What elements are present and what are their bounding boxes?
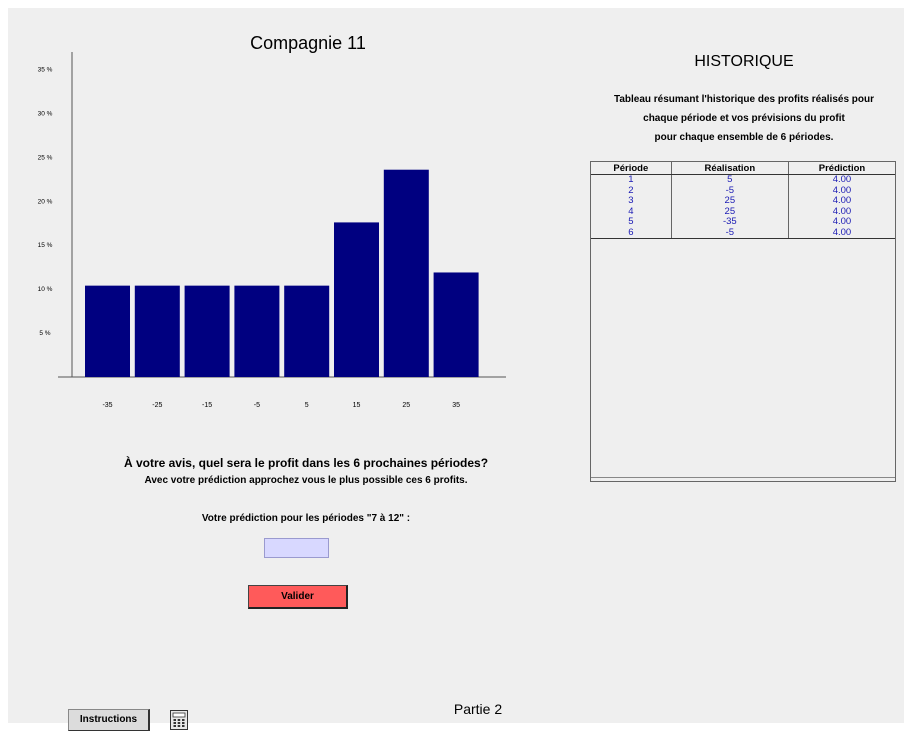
cell-realisation: 25: [671, 195, 789, 207]
history-desc-line2: chaque période et vos prévisions du prof…: [643, 113, 845, 124]
x-tick-label: 25: [402, 402, 410, 409]
part-label: Partie 2: [453, 701, 503, 717]
cell-prediction: 4.00: [832, 195, 852, 206]
profit-histogram: 5 % 10 % 15 % 20 % 25 % 30 % 35 % -35 -25 -15 -5 5 1…: [38, 52, 506, 409]
x-tick-label: 35: [452, 402, 460, 409]
prediction-input[interactable]: [264, 538, 329, 558]
cell-realisation: -5: [671, 227, 789, 239]
table-row: 5 -35 4.00: [591, 216, 895, 228]
y-tick-label: 20 %: [38, 198, 53, 205]
cell-periode: 6: [591, 227, 672, 239]
chart-title: Compagnie 11: [250, 33, 366, 53]
col-header-periode: Période: [591, 162, 672, 175]
col-header-prediction: Prédiction: [788, 162, 895, 175]
history-desc-line3: pour chaque ensemble de 6 périodes.: [654, 132, 834, 143]
table-row: 1 5 4.00: [591, 174, 895, 186]
history-desc-line1: Tableau résumant l'historique des profit…: [613, 94, 875, 105]
table-row: 6 -5 4.00: [591, 227, 895, 239]
x-tick-label: -35: [102, 402, 112, 409]
question-text: À votre avis, quel sera le profit dans l…: [123, 456, 489, 470]
question-subtext: Avec votre prédiction approchez vous le …: [144, 475, 468, 486]
validate-button[interactable]: Valider: [248, 585, 348, 609]
histogram-bar: [184, 285, 230, 377]
y-tick-label: 25 %: [38, 154, 53, 161]
cell-prediction: 4.00: [832, 216, 852, 227]
cell-periode: 3: [591, 195, 672, 207]
instructions-button[interactable]: Instructions: [68, 709, 150, 731]
histogram-bar: [284, 285, 330, 377]
histogram-bar: [134, 285, 180, 377]
app-window: 5 % 10 % 15 % 20 % 25 % 30 % 35 % -35 -25 -15 -5 5 1…: [8, 8, 904, 731]
table-row: 3 25 4.00: [591, 195, 895, 207]
y-tick-label: 30 %: [38, 110, 53, 117]
calculator-glyph: [172, 712, 186, 727]
cell-periode: 5: [591, 216, 672, 228]
cell-periode: 1: [591, 174, 672, 186]
x-tick-label: -5: [254, 402, 260, 409]
y-tick-label: 5 %: [39, 330, 50, 337]
history-table: Période Réalisation Prédiction 1 5 4.00 …: [590, 161, 896, 482]
x-tick-label: -15: [202, 402, 212, 409]
cell-prediction: 4.00: [832, 174, 852, 185]
history-title: HISTORIQUE: [694, 53, 794, 70]
history-description: Tableau résumant l'historique des profit…: [591, 90, 897, 147]
histogram-bar: [234, 285, 280, 377]
x-tick-label: -25: [152, 402, 162, 409]
histogram-bar: [433, 272, 479, 377]
y-tick-label: 15 %: [38, 242, 53, 249]
cell-realisation: 5: [671, 174, 789, 186]
history-header-row: Période Réalisation Prédiction: [591, 162, 895, 175]
histogram-bar: [334, 222, 379, 377]
calculator-icon[interactable]: [170, 710, 188, 730]
y-tick-label: 10 %: [38, 286, 53, 293]
col-header-realisation: Réalisation: [671, 162, 789, 175]
histogram-bar: [85, 285, 130, 377]
y-tick-label: 35 %: [38, 67, 53, 74]
prediction-label: Votre prédiction pour les périodes "7 à …: [201, 513, 411, 524]
cell-prediction: 4.00: [788, 227, 895, 239]
x-tick-label: 5: [305, 402, 309, 409]
cell-realisation: -35: [671, 216, 789, 228]
table-footer-divider: [591, 477, 895, 478]
histogram-bar: [383, 169, 429, 377]
x-tick-label: 15: [353, 402, 361, 409]
